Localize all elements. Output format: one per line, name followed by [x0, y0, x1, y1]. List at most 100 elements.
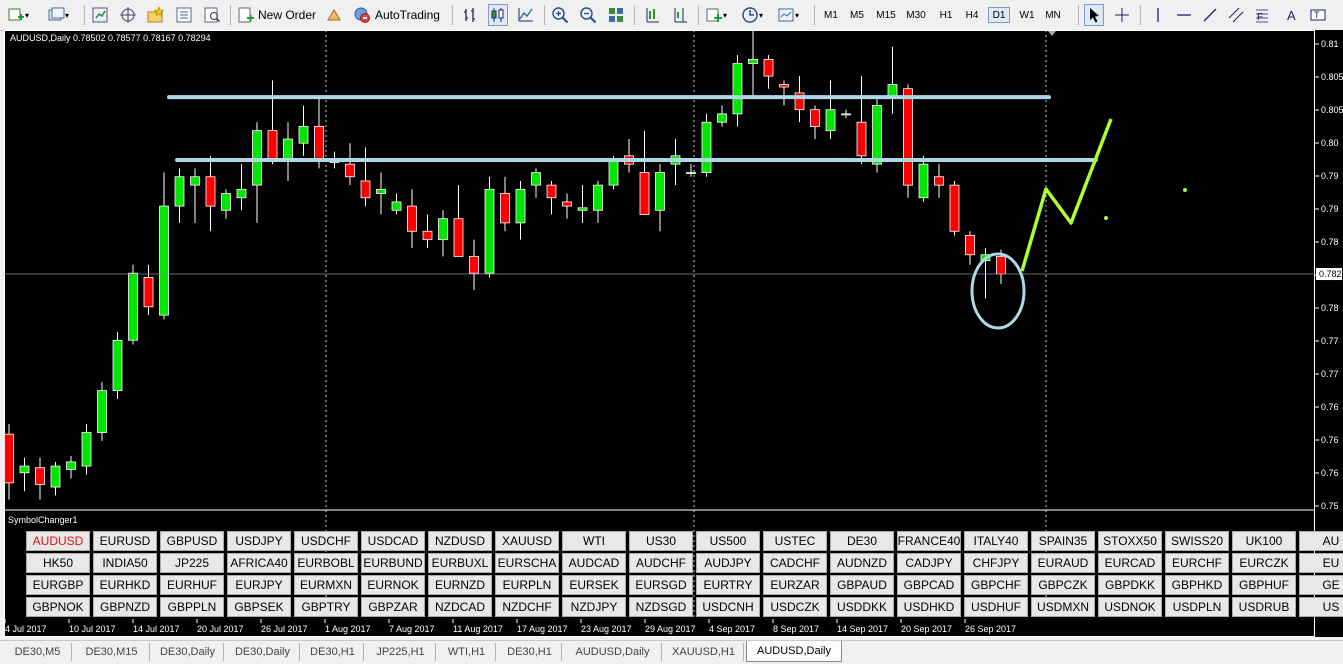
- symbol-button-eurjpy[interactable]: EURJPY: [227, 575, 291, 595]
- symbol-button-usdcad[interactable]: USDCAD: [361, 531, 425, 551]
- symbol-button-eu[interactable]: EU: [1299, 553, 1343, 573]
- symbol-button-hk50[interactable]: HK50: [26, 553, 90, 573]
- symbol-button-gbpusd[interactable]: GBPUSD: [160, 531, 224, 551]
- symbol-button-xauusd[interactable]: XAUUSD: [495, 531, 559, 551]
- zoom-in-button[interactable]: [550, 4, 570, 26]
- bar-chart-button[interactable]: [460, 4, 480, 26]
- trendline-button[interactable]: [1200, 4, 1220, 26]
- chart-tab[interactable]: DE30,M15: [74, 643, 150, 661]
- symbol-button-gbpchf[interactable]: GBPCHF: [964, 575, 1028, 595]
- symbol-button-eurnzd[interactable]: EURNZD: [428, 575, 492, 595]
- timeframe-m5[interactable]: M5: [846, 7, 868, 23]
- vertical-line-button[interactable]: [1148, 4, 1168, 26]
- crosshair-button[interactable]: [1112, 4, 1132, 26]
- text-tool-button[interactable]: A: [1282, 4, 1302, 26]
- symbol-button-eurbuxl[interactable]: EURBUXL: [428, 553, 492, 573]
- navigator-button[interactable]: [118, 4, 138, 26]
- chart-window[interactable]: 0.810.8050.8050.800.790.790.780.780.780.…: [4, 30, 1343, 637]
- symbol-button-eurpln[interactable]: EURPLN: [495, 575, 559, 595]
- candlestick-chart-button[interactable]: [488, 4, 508, 26]
- symbol-button-us500[interactable]: US500: [696, 531, 760, 551]
- symbol-button-eurusd[interactable]: EURUSD: [93, 531, 157, 551]
- symbol-button-usddkk[interactable]: USDDKK: [830, 597, 894, 617]
- new-chart-button[interactable]: ▾: [6, 4, 30, 26]
- history-center-button[interactable]: [324, 4, 344, 26]
- autotrading-button[interactable]: AutoTrading: [352, 4, 441, 26]
- symbol-button-wti[interactable]: WTI: [562, 531, 626, 551]
- timeframe-h4[interactable]: H4: [961, 7, 983, 23]
- symbol-button-us[interactable]: US: [1299, 597, 1343, 617]
- symbol-button-chfjpy[interactable]: CHFJPY: [964, 553, 1028, 573]
- chart-tab[interactable]: AUDUSD,Daily: [746, 641, 842, 662]
- symbol-button-gbpczk[interactable]: GBPCZK: [1031, 575, 1095, 595]
- symbol-button-au[interactable]: AU: [1299, 531, 1343, 551]
- symbol-button-gbpaud[interactable]: GBPAUD: [830, 575, 894, 595]
- line-chart-button[interactable]: [516, 4, 536, 26]
- fibonacci-button[interactable]: F: [1252, 4, 1272, 26]
- symbol-button-usdhkd[interactable]: USDHKD: [897, 597, 961, 617]
- symbol-button-jp225[interactable]: JP225: [160, 553, 224, 573]
- templates-button[interactable]: ▾: [776, 4, 800, 26]
- symbol-button-audusd[interactable]: AUDUSD: [26, 531, 90, 551]
- symbol-button-usdhuf[interactable]: USDHUF: [964, 597, 1028, 617]
- symbol-button-eurczk[interactable]: EURCZK: [1232, 553, 1296, 573]
- chart-tab[interactable]: XAUUSD,H1: [664, 643, 744, 661]
- symbol-button-audjpy[interactable]: AUDJPY: [696, 553, 760, 573]
- symbol-button-usdcnh[interactable]: USDCNH: [696, 597, 760, 617]
- symbol-button-usdczk[interactable]: USDCZK: [763, 597, 827, 617]
- chart-tab[interactable]: WTI,H1: [438, 643, 496, 661]
- zoom-out-button[interactable]: [578, 4, 598, 26]
- symbol-button-gbpnzd[interactable]: GBPNZD: [93, 597, 157, 617]
- symbol-button-nzdjpy[interactable]: NZDJPY: [562, 597, 626, 617]
- symbol-button-france40[interactable]: FRANCE40: [897, 531, 961, 551]
- symbol-button-nzdusd[interactable]: NZDUSD: [428, 531, 492, 551]
- timeframe-mn[interactable]: MN: [1042, 7, 1064, 23]
- chart-tab[interactable]: DE30,H1: [498, 643, 562, 661]
- equidistant-channel-button[interactable]: [1226, 4, 1246, 26]
- symbol-button-usdpln[interactable]: USDPLN: [1165, 597, 1229, 617]
- indicators-button[interactable]: ▾: [704, 4, 728, 26]
- symbol-button-eurnok[interactable]: EURNOK: [361, 575, 425, 595]
- chart-tab[interactable]: DE30,H1: [302, 643, 364, 661]
- symbol-button-gbpcad[interactable]: GBPCAD: [897, 575, 961, 595]
- symbol-button-eursek[interactable]: EURSEK: [562, 575, 626, 595]
- periods-button[interactable]: ▾: [740, 4, 764, 26]
- strategy-tester-button[interactable]: [202, 4, 222, 26]
- symbol-button-eurbund[interactable]: EURBUND: [361, 553, 425, 573]
- symbol-button-audnzd[interactable]: AUDNZD: [830, 553, 894, 573]
- market-watch-button[interactable]: [90, 4, 110, 26]
- timeframe-m15[interactable]: M15: [873, 7, 899, 23]
- cursor-button[interactable]: [1084, 4, 1104, 26]
- horizontal-line-button[interactable]: [1174, 4, 1194, 26]
- symbol-button-us30[interactable]: US30: [629, 531, 693, 551]
- profiles-button[interactable]: ▾: [46, 4, 70, 26]
- symbol-button-eurzar[interactable]: EURZAR: [763, 575, 827, 595]
- symbol-button-eurtry[interactable]: EURTRY: [696, 575, 760, 595]
- symbol-button-gbpdkk[interactable]: GBPDKK: [1098, 575, 1162, 595]
- symbol-button-usdchf[interactable]: USDCHF: [294, 531, 358, 551]
- symbol-button-africa40[interactable]: AFRICA40: [227, 553, 291, 573]
- symbol-button-ge[interactable]: GE: [1299, 575, 1343, 595]
- symbol-button-usdnok[interactable]: USDNOK: [1098, 597, 1162, 617]
- symbol-button-usdrub[interactable]: USDRUB: [1232, 597, 1296, 617]
- symbol-button-eurgbp[interactable]: EURGBP: [26, 575, 90, 595]
- symbol-button-audcad[interactable]: AUDCAD: [562, 553, 626, 573]
- data-window-button[interactable]: [174, 4, 194, 26]
- symbol-button-nzdchf[interactable]: NZDCHF: [495, 597, 559, 617]
- symbol-button-gbpzar[interactable]: GBPZAR: [361, 597, 425, 617]
- timeframe-m30[interactable]: M30: [903, 7, 929, 23]
- symbol-button-eurbobl[interactable]: EURBOBL: [294, 553, 358, 573]
- symbol-button-nzdcad[interactable]: NZDCAD: [428, 597, 492, 617]
- timeframe-m1[interactable]: M1: [820, 7, 842, 23]
- autoscroll-button[interactable]: [642, 4, 662, 26]
- symbol-button-swiss20[interactable]: SWISS20: [1165, 531, 1229, 551]
- symbol-button-india50[interactable]: INDIA50: [93, 553, 157, 573]
- symbol-button-audchf[interactable]: AUDCHF: [629, 553, 693, 573]
- symbol-button-gbptry[interactable]: GBPTRY: [294, 597, 358, 617]
- tile-windows-button[interactable]: [606, 4, 626, 26]
- symbol-button-gbphuf[interactable]: GBPHUF: [1232, 575, 1296, 595]
- symbol-button-stoxx50[interactable]: STOXX50: [1098, 531, 1162, 551]
- symbol-button-euraud[interactable]: EURAUD: [1031, 553, 1095, 573]
- chart-tab[interactable]: DE30,M5: [4, 643, 72, 661]
- timeframe-w1[interactable]: W1: [1016, 7, 1038, 23]
